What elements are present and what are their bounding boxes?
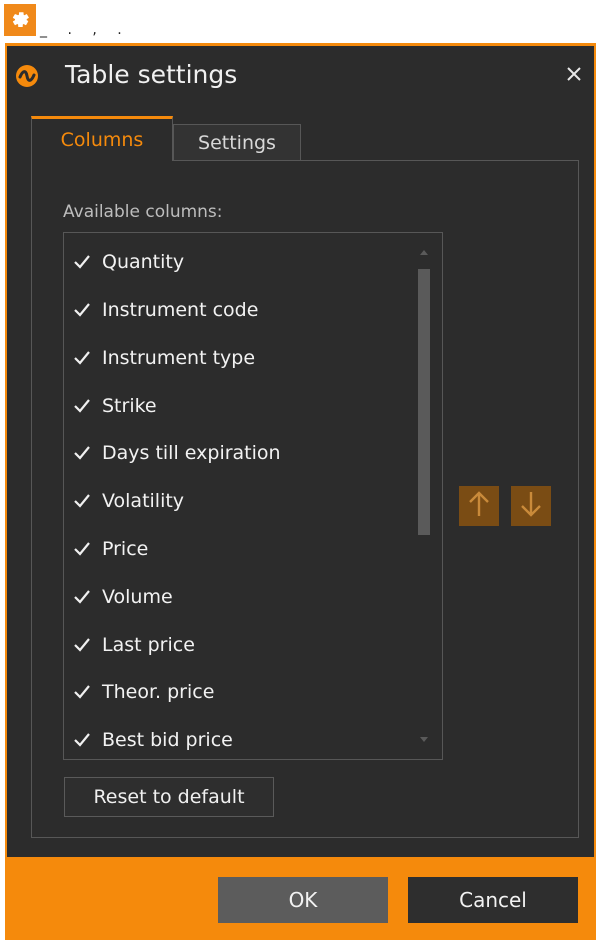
list-item[interactable]: Best bid price <box>72 725 233 755</box>
list-item[interactable]: Price <box>72 534 148 564</box>
arrow-up-icon <box>467 490 491 523</box>
list-item[interactable]: Days till expiration <box>72 438 281 468</box>
column-label: Best bid price <box>102 729 233 751</box>
available-columns-label: Available columns: <box>63 202 223 222</box>
logo-icon <box>15 64 39 88</box>
gear-icon[interactable] <box>4 4 36 36</box>
scrollbar-thumb[interactable] <box>418 269 430 535</box>
list-item[interactable]: Volume <box>72 582 173 612</box>
column-label: Days till expiration <box>102 442 281 464</box>
column-label: Quantity <box>102 251 185 273</box>
columns-list: Quantity Instrument code Instrument type… <box>63 232 443 760</box>
scroll-up-icon[interactable] <box>419 243 429 261</box>
table-settings-dialog: Table settings Columns Settings Availabl… <box>5 43 596 940</box>
list-item[interactable]: Instrument type <box>72 343 255 373</box>
checkbox[interactable] <box>72 539 92 559</box>
move-down-button[interactable] <box>511 486 551 526</box>
close-icon[interactable] <box>560 60 588 88</box>
ok-button[interactable]: OK <box>218 877 388 923</box>
checkbox[interactable] <box>72 443 92 463</box>
arrow-down-icon <box>519 490 543 523</box>
cancel-button[interactable]: Cancel <box>408 877 578 923</box>
checkbox[interactable] <box>72 252 92 272</box>
column-label: Theor. price <box>102 681 215 703</box>
checkbox[interactable] <box>72 491 92 511</box>
dialog-body: Table settings Columns Settings Availabl… <box>7 46 594 857</box>
checkbox[interactable] <box>72 587 92 607</box>
tab-columns-label: Columns <box>60 129 144 151</box>
column-label: Last price <box>102 634 195 656</box>
tab-settings-label: Settings <box>198 131 276 154</box>
column-label: Volatility <box>102 490 185 512</box>
list-item[interactable]: Instrument code <box>72 295 258 325</box>
list-item[interactable]: Theor. price <box>72 677 214 707</box>
tab-columns[interactable]: Columns <box>31 116 173 161</box>
column-label: Strike <box>102 395 157 417</box>
checkbox[interactable] <box>72 348 92 368</box>
checkbox[interactable] <box>72 635 92 655</box>
window-title-residue: _ . , . <box>40 22 130 38</box>
checkbox[interactable] <box>72 300 92 320</box>
column-label: Instrument type <box>102 347 256 369</box>
column-label: Price <box>102 538 149 560</box>
column-label: Instrument code <box>102 299 259 321</box>
vertical-scrollbar[interactable] <box>414 233 434 759</box>
tab-settings[interactable]: Settings <box>173 124 301 160</box>
scroll-down-icon[interactable] <box>419 731 429 749</box>
column-label: Volume <box>102 586 173 608</box>
list-item[interactable]: Strike <box>72 391 157 421</box>
reset-to-default-button[interactable]: Reset to default <box>64 777 274 817</box>
list-item[interactable]: Quantity <box>72 247 184 277</box>
checkbox[interactable] <box>72 730 92 750</box>
checkbox[interactable] <box>72 682 92 702</box>
checkbox[interactable] <box>72 396 92 416</box>
list-item[interactable]: Volatility <box>72 486 184 516</box>
list-item[interactable]: Last price <box>72 630 195 660</box>
top-strip: _ . , . <box>0 0 599 43</box>
move-up-button[interactable] <box>459 486 499 526</box>
dialog-title: Table settings <box>65 60 238 89</box>
